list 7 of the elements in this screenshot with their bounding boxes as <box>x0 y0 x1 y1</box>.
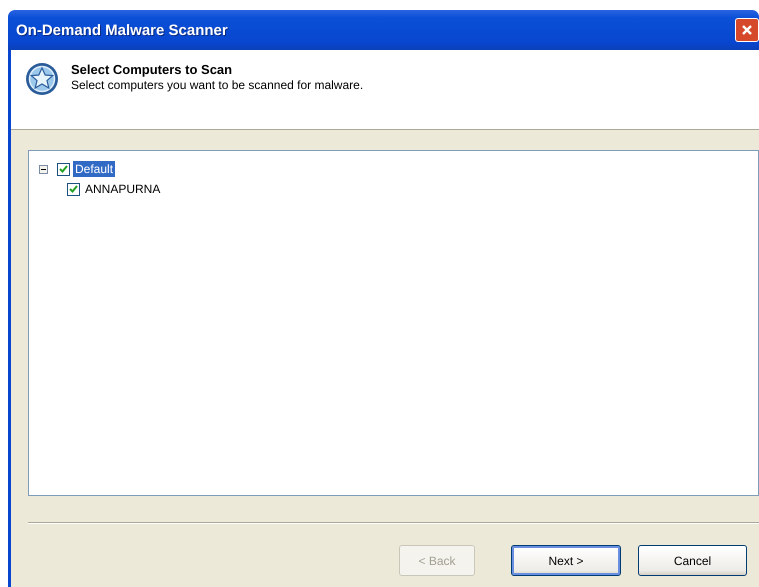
wizard-button[interactable]: Next > <box>511 545 621 576</box>
tree-item[interactable]: Default <box>73 161 116 177</box>
wizard-button[interactable]: Cancel <box>638 545 747 576</box>
step-title: Select Computers to Scan <box>71 62 234 77</box>
window-title: On-Demand Malware Scanner <box>16 22 229 38</box>
step-description: Select computers you want to be scanned for malware. <box>71 78 364 92</box>
tree-item[interactable]: ANNAPURNA <box>83 181 162 197</box>
